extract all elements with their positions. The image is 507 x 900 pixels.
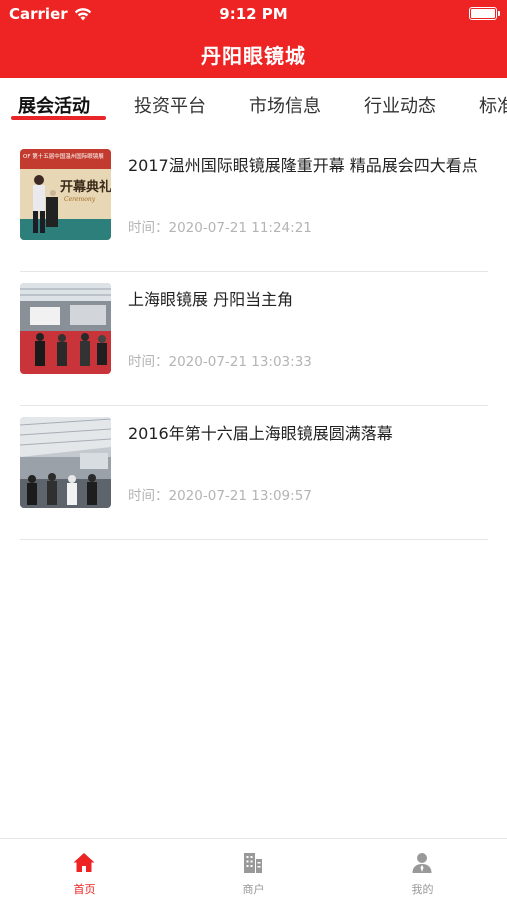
- nav-home[interactable]: 首页: [0, 839, 169, 900]
- thumb-ceremony-text: 开幕典礼: [60, 179, 111, 195]
- list-item[interactable]: 上海眼镜展 丹阳当主角 时间：2020-07-21 13:03:33: [20, 272, 488, 406]
- status-time: 9:12 PM: [219, 5, 288, 23]
- news-title: 2017温州国际眼镜展隆重开幕 精品展会四大看点: [128, 156, 478, 175]
- thumb-banner-text: OF 第十五届中国温州国际眼镜展: [23, 152, 104, 160]
- user-icon: [412, 853, 432, 873]
- nav-profile[interactable]: 我的: [338, 839, 507, 900]
- app-screen: Carrier 9:12 PM 丹阳眼镜城 展会活动 投资平台 市场信息 行业动…: [0, 0, 507, 900]
- news-title: 上海眼镜展 丹阳当主角: [128, 290, 294, 309]
- home-icon: [73, 853, 95, 872]
- tab-investment[interactable]: 投资平台: [134, 92, 206, 118]
- list-item[interactable]: 2016年第十六届上海眼镜展圆满落幕 时间：2020-07-21 13:09:5…: [20, 406, 488, 540]
- status-bar: Carrier 9:12 PM: [0, 0, 507, 28]
- news-time: 时间：2020-07-21 13:09:57: [128, 488, 312, 504]
- expo-crowd-photo: [20, 417, 111, 508]
- tab-exhibition[interactable]: 展会活动: [18, 92, 90, 118]
- building-icon: [244, 853, 262, 873]
- news-time: 时间：2020-07-21 13:03:33: [128, 354, 312, 370]
- nav-merchants-label: 商户: [242, 883, 265, 896]
- news-time: 时间：2020-07-21 11:24:21: [128, 220, 312, 236]
- bottom-tab-bar: 首页 商户 我的: [0, 838, 507, 900]
- thumb-ceremony-subtext: Ceremony: [64, 196, 96, 203]
- app-header: Carrier 9:12 PM 丹阳眼镜城: [0, 0, 507, 78]
- news-thumbnail: OF 第十五届中国温州国际眼镜展 开幕典礼 Ceremony: [20, 149, 111, 240]
- news-thumbnail: [20, 283, 111, 374]
- active-tab-indicator: [11, 116, 106, 120]
- nav-profile-label: 我的: [411, 883, 434, 896]
- list-item[interactable]: OF 第十五届中国温州国际眼镜展 开幕典礼 Ceremony 2017温州国际眼…: [20, 138, 488, 272]
- page-title: 丹阳眼镜城: [201, 44, 306, 68]
- nav-home-label: 首页: [73, 883, 96, 896]
- ceremony-photo: OF 第十五届中国温州国际眼镜展 开幕典礼 Ceremony: [20, 149, 111, 240]
- tab-market-info[interactable]: 市场信息: [249, 92, 321, 118]
- exhibition-hall-photo: [20, 283, 111, 374]
- battery-icon: [469, 7, 500, 20]
- category-tabs: 展会活动 投资平台 市场信息 行业动态 标准: [0, 78, 507, 126]
- news-title: 2016年第十六届上海眼镜展圆满落幕: [128, 424, 393, 443]
- tab-standards[interactable]: 标准: [479, 92, 507, 118]
- tab-industry-news[interactable]: 行业动态: [364, 92, 436, 118]
- nav-merchants[interactable]: 商户: [169, 839, 338, 900]
- news-thumbnail: [20, 417, 111, 508]
